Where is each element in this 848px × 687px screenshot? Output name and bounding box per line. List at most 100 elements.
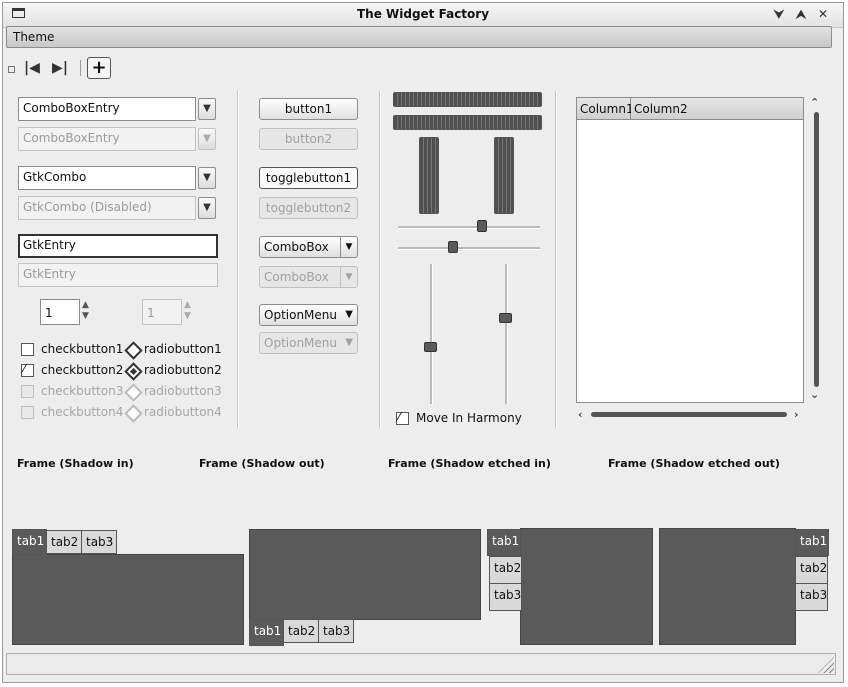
notebook-bottom-tab3[interactable]: tab3 xyxy=(318,619,354,643)
notebook-top-tab2[interactable]: tab2 xyxy=(46,530,82,554)
move-in-harmony-label: Move In Harmony xyxy=(416,411,522,425)
progress-bar-horizontal-2 xyxy=(393,115,542,130)
togglebutton2: togglebutton2 xyxy=(259,197,358,219)
vscale-trough-2[interactable] xyxy=(505,264,508,404)
checkbutton4-label: checkbutton4 xyxy=(41,405,124,419)
radiobutton3-label: radiobutton3 xyxy=(144,384,222,398)
hscale-slider-2[interactable] xyxy=(448,241,458,253)
togglebutton1[interactable]: togglebutton1 xyxy=(259,167,358,189)
column-separator xyxy=(555,90,557,428)
combobox[interactable]: ComboBox ▼ xyxy=(259,236,358,258)
checkbutton4-box xyxy=(21,406,34,419)
checkbutton3-box xyxy=(21,385,34,398)
hscale-slider[interactable] xyxy=(477,220,487,232)
notebook-top-tab3[interactable]: tab3 xyxy=(81,530,117,554)
toolbar-handle-icon[interactable] xyxy=(8,66,15,73)
notebook-right-tab3[interactable]: tab3 xyxy=(795,583,828,611)
column1-header[interactable]: Column1 xyxy=(577,98,634,120)
combobox-disabled: ComboBox ▼ xyxy=(259,266,358,288)
menu-bar: Theme xyxy=(6,26,832,48)
hscale-trough-2[interactable] xyxy=(398,247,540,250)
scroll-left-icon[interactable]: ‹ xyxy=(578,408,583,421)
move-in-harmony-checkbox[interactable]: ⁄ xyxy=(396,410,409,425)
combobox-label: ComboBox xyxy=(264,240,329,254)
frame-shadow-out-title: Frame (Shadow out) xyxy=(199,457,325,470)
radiobutton4-label: radiobutton4 xyxy=(144,405,222,419)
scroll-up-icon[interactable]: ⌃ xyxy=(810,96,819,109)
chevron-down-icon[interactable]: ▼ xyxy=(198,98,216,120)
tree-view[interactable]: Column1 Column2 xyxy=(576,97,804,403)
notebook-right-tab2[interactable]: tab2 xyxy=(795,556,828,584)
optionmenu[interactable]: OptionMenu ▼ xyxy=(259,304,358,326)
first-icon[interactable]: |◀ xyxy=(22,57,42,79)
progress-bar-horizontal xyxy=(393,92,542,107)
button2: button2 xyxy=(259,128,358,150)
notebook-left-page xyxy=(520,528,653,645)
window-title: The Widget Factory xyxy=(356,7,490,21)
hscale-trough[interactable] xyxy=(398,226,540,229)
checkbutton1-box[interactable] xyxy=(21,343,34,356)
button1[interactable]: button1 xyxy=(259,98,358,120)
column2-header[interactable]: Column2 xyxy=(631,98,803,120)
notebook-left-tab3[interactable]: tab3 xyxy=(489,583,522,611)
minimize-icon[interactable]: ⮟ xyxy=(771,6,787,22)
vscale-slider-2[interactable] xyxy=(499,313,512,323)
spin-arrows-icon[interactable]: ▲ ▼ xyxy=(82,300,89,322)
vertical-scrollbar-thumb[interactable] xyxy=(814,112,819,387)
column-separator xyxy=(379,90,381,428)
chevron-down-icon: ▼ xyxy=(198,197,216,219)
checkbutton1-label: checkbutton1 xyxy=(41,342,124,356)
toolbar-separator xyxy=(80,60,81,76)
chevron-down-icon: ▼ xyxy=(345,309,353,320)
gtkcombo-disabled-input: GtkCombo (Disabled) xyxy=(18,196,196,220)
spin-button-input[interactable]: 1 xyxy=(40,299,80,325)
scroll-down-icon[interactable]: ⌄ xyxy=(810,388,819,401)
menu-theme[interactable]: Theme xyxy=(13,30,54,44)
chevron-down-icon: ▼ xyxy=(198,128,216,150)
optionmenu-disabled-label: OptionMenu xyxy=(264,336,337,350)
add-icon[interactable]: + xyxy=(87,57,111,79)
notebook-top-tab1[interactable]: tab1 xyxy=(12,529,47,555)
last-icon[interactable]: ▶| xyxy=(50,57,70,79)
checkbutton3-label: checkbutton3 xyxy=(41,384,124,398)
checkbutton2-box[interactable]: ⁄ xyxy=(21,362,34,377)
chevron-down-icon: ▼ xyxy=(340,267,357,287)
horizontal-scrollbar-thumb[interactable] xyxy=(591,412,787,417)
frame-shadow-etched-out-title: Frame (Shadow etched out) xyxy=(608,457,780,470)
spin-button-disabled-input: 1 xyxy=(142,299,182,325)
frame-shadow-in-title: Frame (Shadow in) xyxy=(17,457,134,470)
notebook-right-tab1[interactable]: tab1 xyxy=(795,529,829,556)
spin-arrows-icon: ▲ ▼ xyxy=(184,300,191,321)
optionmenu-disabled: OptionMenu ▼ xyxy=(259,332,358,354)
scroll-right-icon[interactable]: › xyxy=(794,408,799,421)
status-bar xyxy=(6,653,836,675)
progress-bar-vertical-2 xyxy=(494,137,514,214)
notebook-bottom-tab2[interactable]: tab2 xyxy=(283,619,319,643)
title-bar: The Widget Factory ⮟ ⮝ ✕ xyxy=(3,3,843,28)
column-separator xyxy=(237,90,239,428)
combobox-disabled-label: ComboBox xyxy=(264,270,329,284)
notebook-left-tab2[interactable]: tab2 xyxy=(489,556,522,584)
maximize-icon[interactable]: ⮝ xyxy=(793,6,809,22)
vscale-slider[interactable] xyxy=(424,342,437,352)
notebook-bottom-tab1[interactable]: tab1 xyxy=(249,619,284,646)
comboboxentry-disabled-input: ComboBoxEntry xyxy=(18,127,196,151)
radiobutton2-label: radiobutton2 xyxy=(144,363,222,377)
chevron-down-icon[interactable]: ▼ xyxy=(198,167,216,189)
progress-bar-vertical xyxy=(419,137,439,214)
gtkcombo-input[interactable]: GtkCombo xyxy=(18,166,196,190)
close-icon[interactable]: ✕ xyxy=(815,6,831,22)
comboboxentry-input[interactable]: ComboBoxEntry xyxy=(18,97,196,121)
notebook-bottom-page xyxy=(249,529,481,620)
optionmenu-label: OptionMenu xyxy=(264,308,337,322)
notebook-top-page xyxy=(12,554,244,645)
notebook-left-tab1[interactable]: tab1 xyxy=(487,529,521,556)
chevron-down-icon: ▼ xyxy=(340,237,357,257)
checkbutton2-label: checkbutton2 xyxy=(41,363,124,377)
chevron-down-icon: ▼ xyxy=(345,337,353,348)
radiobutton1-label: radiobutton1 xyxy=(144,342,222,356)
gtkentry-input[interactable]: GtkEntry xyxy=(18,234,218,258)
frame-shadow-etched-in-title: Frame (Shadow etched in) xyxy=(388,457,551,470)
gtkentry-disabled-input: GtkEntry xyxy=(18,263,218,287)
vscale-trough[interactable] xyxy=(430,264,433,404)
